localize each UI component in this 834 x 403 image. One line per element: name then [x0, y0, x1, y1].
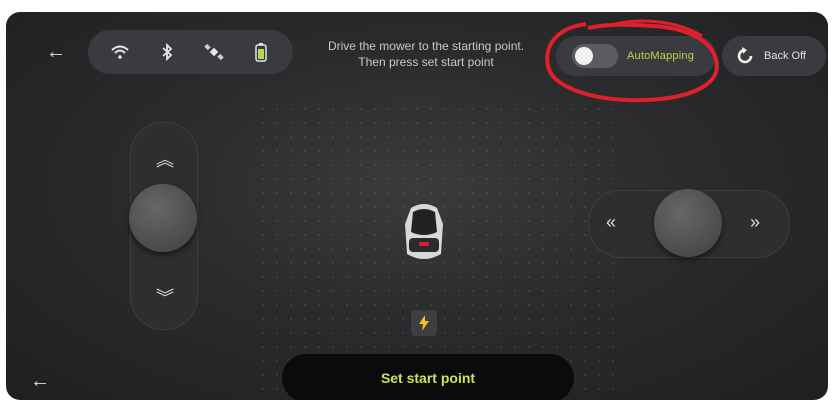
instruction-line-2: Then press set start point	[358, 55, 494, 69]
toggle-knob	[575, 47, 593, 65]
back-arrow-icon[interactable]: ←	[46, 42, 66, 62]
satellite-icon	[203, 41, 225, 63]
instruction-line-1: Drive the mower to the starting point.	[327, 39, 525, 53]
charge-button[interactable]	[411, 310, 437, 336]
bluetooth-icon	[156, 41, 178, 63]
chevron-up-icon: ︽	[156, 150, 174, 170]
back-off-label: Back Off	[764, 50, 806, 62]
undo-icon	[736, 46, 756, 66]
bottom-back-arrow-icon[interactable]: ←	[30, 370, 50, 393]
status-bar	[88, 30, 293, 74]
set-start-point-button[interactable]: Set start point	[282, 354, 574, 400]
automapping-label: AutoMapping	[627, 50, 695, 62]
screen: ← Drive the mower to the starting point.…	[6, 12, 828, 400]
lightning-icon	[419, 315, 429, 331]
chevron-left-icon: «	[606, 212, 617, 232]
mower-icon	[405, 204, 443, 259]
vertical-joystick-knob[interactable]	[129, 184, 197, 252]
wifi-icon	[109, 41, 131, 63]
chevron-right-icon: »	[750, 212, 761, 232]
horizontal-joystick-knob[interactable]	[654, 189, 722, 257]
instruction-text: Drive the mower to the starting point. T…	[296, 38, 556, 70]
chevron-down-icon: ︾	[156, 288, 174, 308]
battery-icon	[250, 41, 272, 63]
automapping-toggle[interactable]	[572, 44, 618, 68]
